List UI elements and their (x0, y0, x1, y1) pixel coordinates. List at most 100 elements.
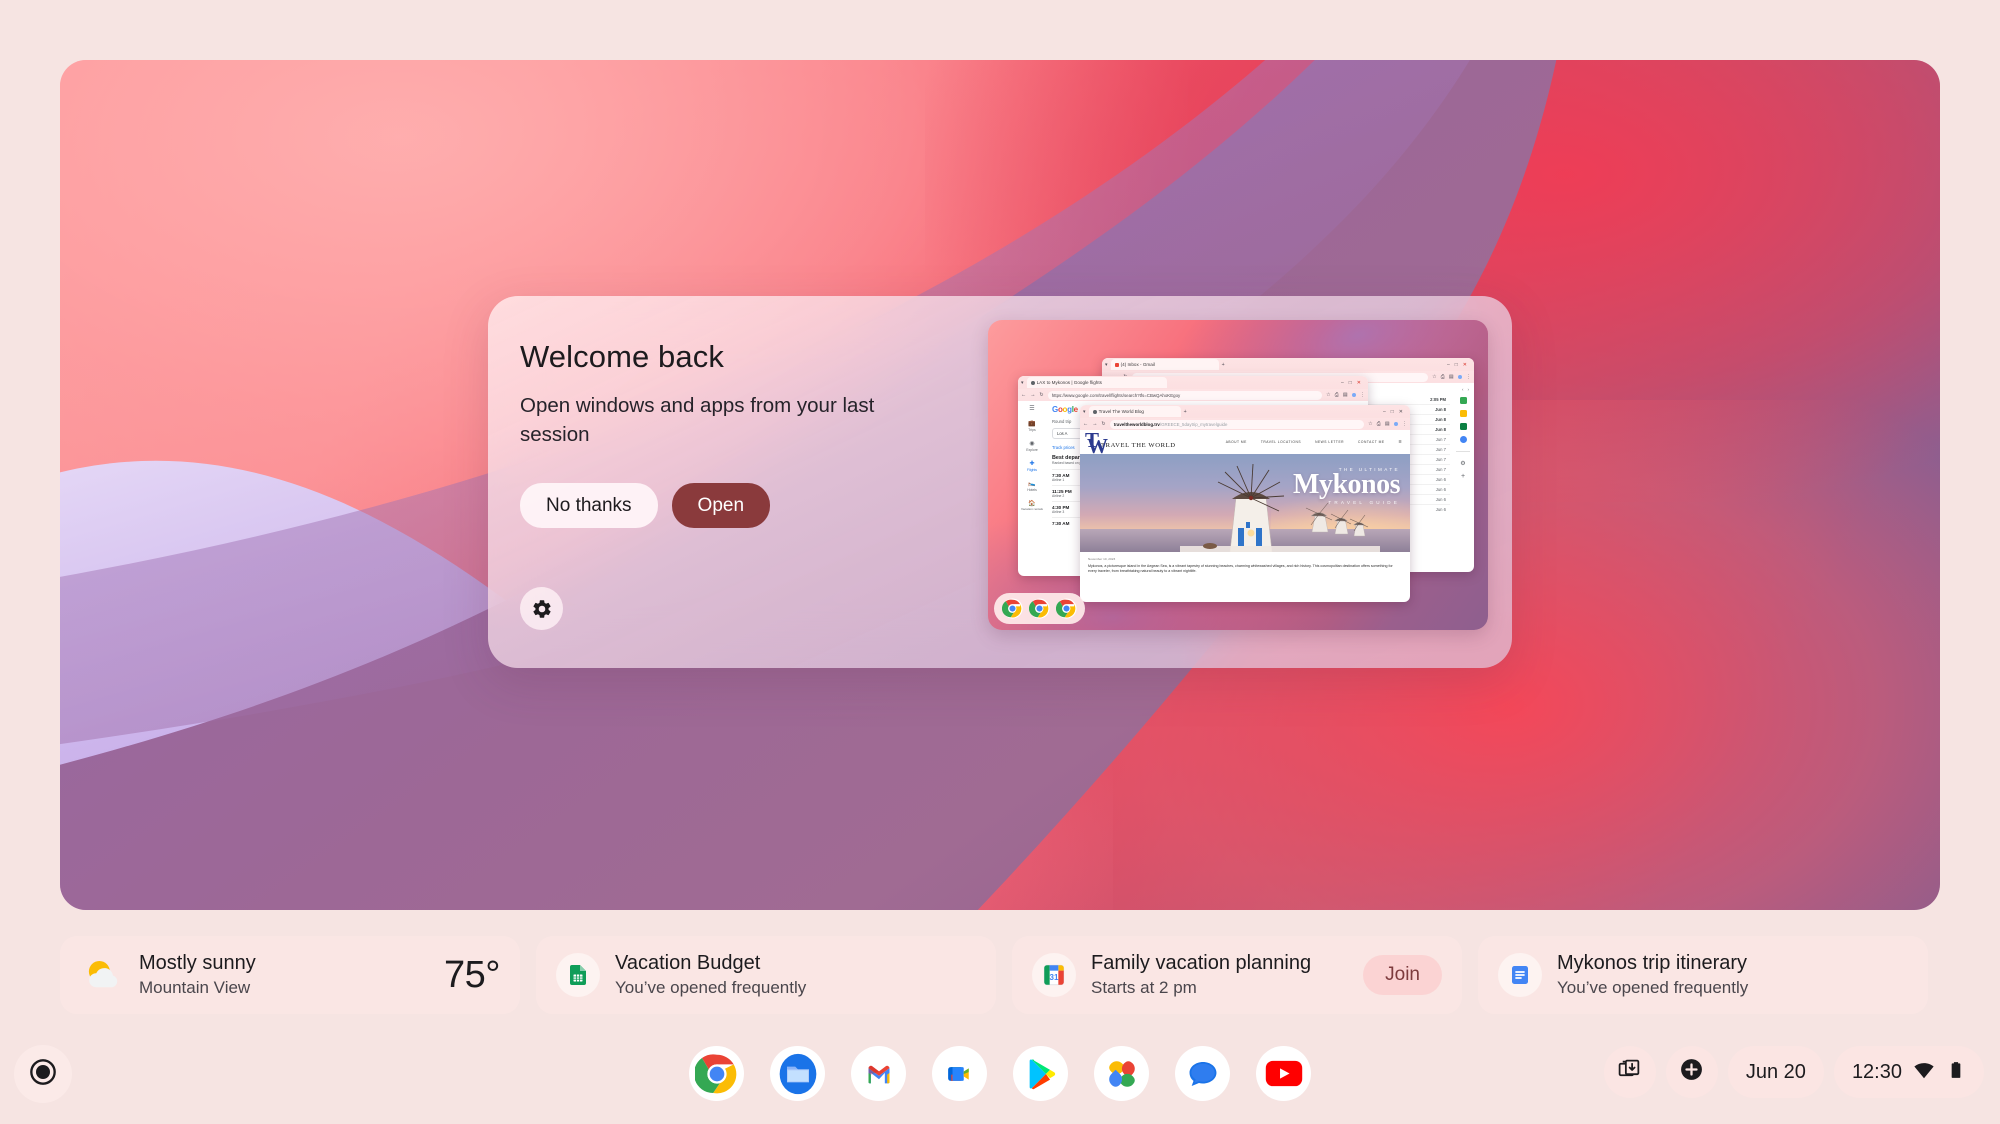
sidebar-item-hotels[interactable]: 🛌 Hotels (1027, 480, 1037, 492)
close-button[interactable]: ✕ (1357, 380, 1361, 386)
chrome-menu-icon[interactable]: ⋮ (1360, 392, 1365, 398)
sidebar-item-explore[interactable]: ◉ Explore (1026, 440, 1038, 452)
hamburger-icon[interactable]: ☰ (1399, 440, 1402, 444)
sidebar-item-vacation-rentals[interactable]: 🏠 Vacation rentals (1021, 500, 1043, 511)
preview-tab-gmail[interactable]: (4) Inbox - Gmail (1110, 359, 1219, 370)
blog-icon (1092, 409, 1097, 414)
preview-omnibox-flights[interactable]: https://www.google.com/travel/flights/se… (1047, 390, 1323, 400)
shelf-item-messages[interactable] (1175, 1046, 1230, 1101)
nav-contact-me[interactable]: CONTACT ME (1358, 440, 1385, 444)
maximize-button[interactable]: □ (1349, 380, 1352, 386)
contacts-icon[interactable] (1459, 436, 1467, 443)
weather-temperature: 75° (444, 953, 500, 996)
chrome-icon[interactable] (1055, 598, 1077, 619)
settings-button[interactable] (520, 587, 563, 630)
addon-settings-icon[interactable]: ⚙ (1460, 460, 1465, 467)
glanceables-row: Mostly sunny Mountain View 75° Vacation … (60, 936, 1940, 1014)
shelf-item-google-meet[interactable] (932, 1046, 987, 1101)
minimize-button[interactable]: – (1447, 362, 1450, 368)
shelf-item-youtube[interactable] (1256, 1046, 1311, 1101)
files-icon (776, 1052, 820, 1096)
side-panel-icon[interactable]: ▤ (1343, 392, 1348, 398)
avatar[interactable] (1457, 375, 1462, 379)
side-panel-icon[interactable]: ▤ (1385, 421, 1390, 427)
flights-sidebar[interactable]: ☰ 💼 Trips ◉ Explore ✚ Flights 🛌 Hotels 🏠… (1018, 401, 1046, 559)
new-tab-button[interactable]: + (1222, 362, 1225, 368)
shelf-item-chrome[interactable] (689, 1046, 744, 1101)
side-panel-icon[interactable]: ▤ (1449, 374, 1454, 380)
close-button[interactable]: ✕ (1399, 409, 1403, 415)
file-title: Mykonos trip itinerary (1557, 952, 1748, 974)
reload-icon[interactable]: ↻ (1039, 392, 1043, 398)
reload-icon[interactable]: ↻ (1101, 421, 1105, 427)
open-button[interactable]: Open (671, 483, 771, 529)
gmail-icon (1114, 362, 1119, 367)
sidebar-item-flights[interactable]: ✚ Flights (1027, 460, 1037, 472)
bookmark-star-icon[interactable]: ☆ (1326, 392, 1331, 398)
desk-preview-thumbnail[interactable]: ▾ (4) Inbox - Gmail + – □ ✕ ← → ↻ (988, 320, 1488, 630)
avatar[interactable] (1393, 422, 1398, 426)
gear-icon (531, 598, 553, 620)
calendar-icon[interactable] (1459, 397, 1467, 404)
docs-file-card[interactable]: Mykonos trip itinerary You’ve opened fre… (1478, 936, 1928, 1014)
blog-nav[interactable]: ABOUT ME TRAVEL LOCATIONS NEWS LETTER CO… (1226, 440, 1410, 444)
weather-card[interactable]: Mostly sunny Mountain View 75° (60, 936, 520, 1014)
maximize-button[interactable]: □ (1455, 362, 1458, 368)
back-icon[interactable]: ← (1021, 392, 1026, 398)
nav-travel-locations[interactable]: TRAVEL LOCATIONS (1261, 440, 1301, 444)
save-desk-button[interactable] (1603, 1046, 1656, 1098)
bookmark-star-icon[interactable]: ☆ (1432, 374, 1437, 380)
preview-omnibox-blog[interactable]: traveltheworldblog.trv /GREECE_5daytrip_… (1109, 419, 1365, 429)
chrome-menu-icon[interactable]: ⋮ (1466, 374, 1471, 380)
shelf-app-list (689, 1046, 1311, 1101)
chrome-icon[interactable] (1001, 598, 1023, 619)
minimize-button[interactable]: – (1341, 380, 1344, 386)
preview-window-travel-blog[interactable]: ▾ Travel The World Blog + – □ ✕ ← → ↻ tr… (1080, 405, 1410, 602)
share-icon[interactable]: ⎙ (1335, 392, 1339, 399)
add-circle-icon (1679, 1057, 1704, 1087)
partly-sunny-icon (80, 953, 124, 997)
close-button[interactable]: ✕ (1463, 362, 1467, 368)
hamburger-icon[interactable]: ☰ (1029, 405, 1034, 412)
avatar[interactable] (1351, 393, 1356, 397)
welcome-dialog-subtitle: Open windows and apps from your last ses… (520, 394, 875, 447)
sidebar-item-trips[interactable]: 💼 Trips (1028, 420, 1035, 432)
calendar-date-button[interactable]: Jun 20 (1727, 1046, 1824, 1098)
launcher-button[interactable] (14, 1045, 72, 1103)
nav-about-me[interactable]: ABOUT ME (1226, 440, 1247, 444)
system-tray-button[interactable]: 12:30 (1833, 1046, 1984, 1098)
welcome-dialog-text-block: Welcome back Open windows and apps from … (520, 339, 940, 529)
tasks-icon[interactable] (1459, 423, 1467, 430)
sheets-file-card[interactable]: Vacation Budget You’ve opened frequently (536, 936, 996, 1014)
battery-icon (1946, 1060, 1966, 1085)
new-tab-button[interactable]: + (1184, 409, 1187, 415)
bookmark-star-icon[interactable]: ☆ (1368, 421, 1373, 427)
shelf-item-play-store[interactable] (1013, 1046, 1068, 1101)
preview-tab-blog[interactable]: Travel The World Blog (1088, 406, 1181, 417)
share-icon[interactable]: ⎙ (1441, 374, 1445, 381)
chrome-menu-icon[interactable]: ⋮ (1402, 421, 1407, 427)
nav-news-letter[interactable]: NEWS LETTER (1315, 440, 1344, 444)
messages-icon (1186, 1057, 1220, 1091)
shelf-item-gmail[interactable] (851, 1046, 906, 1101)
shelf: Jun 20 12:30 (0, 1026, 2000, 1124)
new-desk-button[interactable] (1665, 1046, 1718, 1098)
share-icon[interactable]: ⎙ (1377, 421, 1381, 428)
maximize-button[interactable]: □ (1391, 409, 1394, 415)
no-thanks-button[interactable]: No thanks (520, 483, 658, 529)
forward-icon[interactable]: → (1092, 421, 1097, 427)
minimize-button[interactable]: – (1383, 409, 1386, 415)
calendar-event-card[interactable]: 31 Family vacation planning Starts at 2 … (1012, 936, 1462, 1014)
add-addon-icon[interactable]: + (1461, 473, 1465, 480)
join-button[interactable]: Join (1363, 955, 1442, 995)
chrome-icon (694, 1052, 739, 1096)
forward-icon[interactable]: → (1030, 392, 1035, 398)
gmail-side-panel[interactable]: ⚙ + (1452, 393, 1474, 553)
chrome-icon[interactable] (1028, 598, 1050, 619)
preview-tab-flights[interactable]: LAX to Mykonos | Google flights (1026, 377, 1167, 388)
keep-icon[interactable] (1459, 410, 1467, 417)
shelf-item-files[interactable] (770, 1046, 825, 1101)
chromeos-desktop: Welcome back Open windows and apps from … (0, 0, 2000, 1124)
shelf-item-google-photos[interactable] (1094, 1046, 1149, 1101)
back-icon[interactable]: ← (1083, 421, 1088, 427)
